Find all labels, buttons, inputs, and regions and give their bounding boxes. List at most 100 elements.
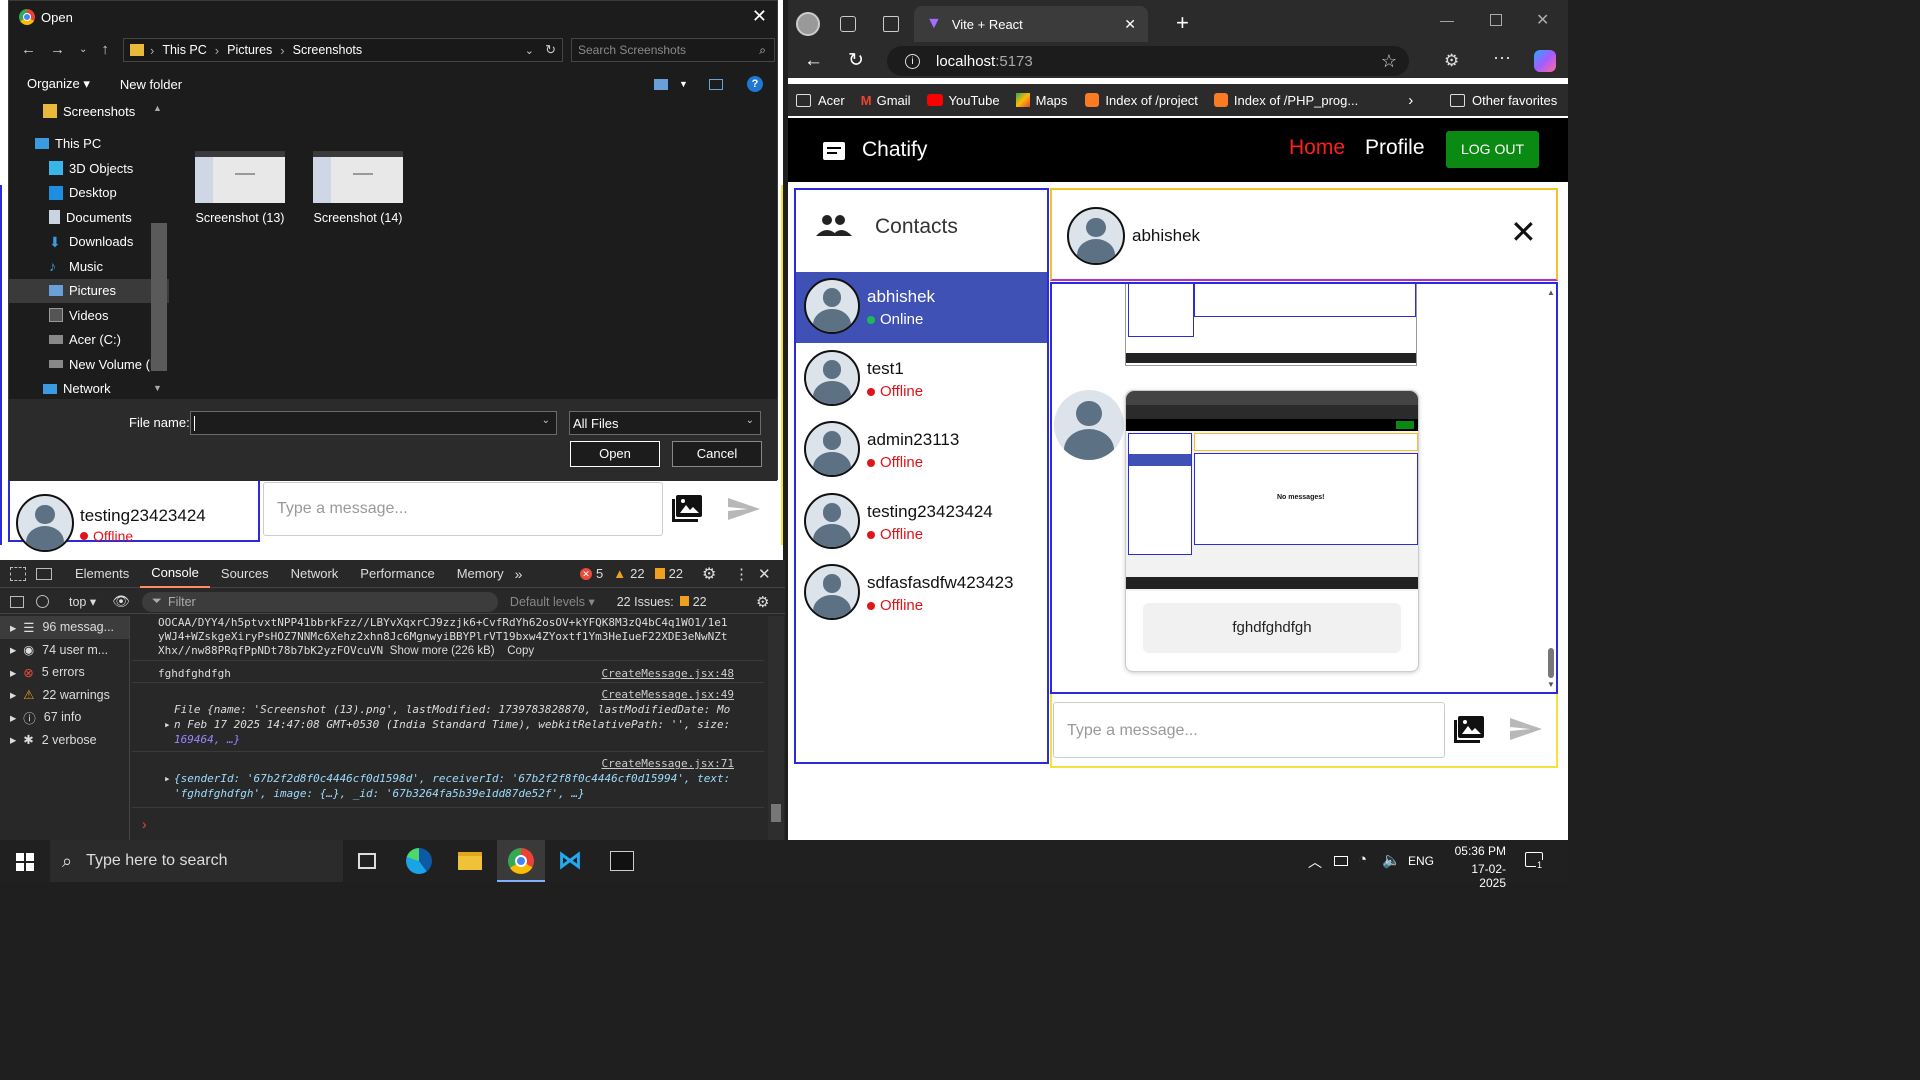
- bookmark-gmail[interactable]: M Gmail: [861, 93, 911, 108]
- kebab-menu-icon[interactable]: ⋮: [734, 565, 749, 583]
- message-input[interactable]: Type a message...: [1053, 702, 1445, 758]
- search-input[interactable]: Search Screenshots ⌕: [571, 38, 775, 62]
- logout-button[interactable]: LOG OUT: [1446, 131, 1539, 168]
- favorite-star-icon[interactable]: ☆: [1381, 51, 1397, 72]
- chevron-up-icon[interactable]: ︿: [1308, 852, 1322, 872]
- maximize-icon[interactable]: [1490, 14, 1502, 26]
- file-name-input[interactable]: ⌄: [190, 411, 557, 435]
- sidebar-warnings[interactable]: ▸ ⚠ 22 warnings: [0, 684, 129, 707]
- breadcrumb-pictures[interactable]: Pictures: [227, 43, 272, 57]
- expand-triangle-icon[interactable]: ▸: [164, 717, 171, 732]
- nav-item-acer-c[interactable]: Acer (C:): [9, 328, 169, 353]
- chevron-down-icon[interactable]: ⌄: [79, 44, 87, 55]
- brand-title[interactable]: Chatify: [862, 138, 927, 162]
- back-arrow-icon[interactable]: ←: [21, 41, 36, 58]
- device-toolbar-icon[interactable]: [36, 567, 52, 580]
- nav-item-new-volume[interactable]: New Volume (D:: [9, 352, 169, 377]
- sidebar-errors[interactable]: ▸ ⊗ 5 errors: [0, 661, 129, 684]
- tab-elements[interactable]: Elements: [64, 560, 140, 588]
- more-menu-icon[interactable]: ⋯: [1493, 48, 1511, 69]
- issues-badge[interactable]: 22: [679, 595, 707, 609]
- address-bar[interactable]: › This PC › Pictures › Screenshots ⌄ ↻: [123, 38, 563, 62]
- up-arrow-icon[interactable]: ↑: [101, 41, 109, 58]
- file-item[interactable]: Screenshot (13): [195, 151, 295, 225]
- console-scrollbar[interactable]: [768, 616, 784, 840]
- bookmark-maps[interactable]: Maps: [1015, 93, 1067, 108]
- file-type-select[interactable]: All Files ⌄: [569, 411, 761, 435]
- vscode-taskbar-icon[interactable]: ⋈: [558, 849, 582, 873]
- edge-taskbar-icon[interactable]: [406, 848, 432, 874]
- file-explorer-taskbar-icon[interactable]: [458, 852, 482, 870]
- chevron-right-icon[interactable]: ›: [1408, 92, 1413, 109]
- contact-item-sdfasfasdfw423423[interactable]: sdfasfasdfw423423 Offline: [796, 558, 1047, 629]
- contact-item-admin23113[interactable]: admin23113 Offline: [796, 415, 1047, 486]
- issues-label[interactable]: 22 Issues:: [617, 595, 674, 609]
- contact-row-testing[interactable]: testing23423424 Offline: [8, 480, 260, 552]
- open-button[interactable]: Open: [570, 441, 660, 467]
- contact-item-testing23423424[interactable]: testing23423424 Offline: [796, 487, 1047, 558]
- console-prompt[interactable]: ›: [132, 808, 764, 832]
- tab-actions-icon[interactable]: [883, 16, 899, 32]
- taskbar-search[interactable]: ⌕ Type here to search: [50, 840, 343, 882]
- new-folder-button[interactable]: New folder: [120, 77, 182, 92]
- close-icon[interactable]: ✕: [758, 565, 771, 583]
- volume-icon[interactable]: 🔈: [1382, 851, 1401, 869]
- breadcrumb-screenshots[interactable]: Screenshots: [293, 43, 362, 57]
- contact-item-test1[interactable]: test1 Offline: [796, 344, 1047, 415]
- nav-item-videos[interactable]: Videos: [9, 303, 169, 328]
- nav-item-downloads[interactable]: ⬇ Downloads: [9, 230, 169, 255]
- organize-button[interactable]: Organize ▾: [27, 76, 90, 92]
- close-tab-icon[interactable]: ✕: [1124, 16, 1136, 33]
- tab-network[interactable]: Network: [280, 560, 350, 588]
- nav-item-pictures[interactable]: Pictures: [9, 278, 169, 303]
- other-favorites[interactable]: Other favorites: [1450, 93, 1557, 108]
- image-upload-icon[interactable]: [1454, 714, 1486, 744]
- tab-sources[interactable]: Sources: [210, 560, 280, 588]
- close-window-icon[interactable]: ✕: [1536, 10, 1549, 30]
- image-upload-icon[interactable]: [672, 493, 704, 523]
- warning-count[interactable]: 22: [630, 566, 644, 581]
- chevron-down-icon[interactable]: ▼: [679, 79, 688, 89]
- source-link[interactable]: CreateMessage.jsx:48: [602, 667, 734, 680]
- filter-input[interactable]: ⏷ Filter: [141, 591, 498, 612]
- contact-item-abhishek[interactable]: abhishek Online: [796, 272, 1047, 343]
- bookmark-youtube[interactable]: YouTube: [926, 93, 1000, 108]
- view-options-icon[interactable]: [654, 78, 668, 90]
- eye-icon[interactable]: 👁: [112, 593, 130, 610]
- levels-select[interactable]: Default levels ▾: [510, 594, 595, 609]
- copilot-icon[interactable]: [1534, 50, 1556, 72]
- task-view-icon[interactable]: [358, 853, 376, 869]
- battery-icon[interactable]: [1334, 856, 1348, 866]
- windows-start-icon[interactable]: [16, 853, 34, 871]
- sidebar-verbose[interactable]: ▸ ✱ 2 verbose: [0, 729, 129, 752]
- workspaces-icon[interactable]: [840, 16, 856, 32]
- terminal-taskbar-icon[interactable]: [610, 851, 634, 871]
- clock[interactable]: 05:36 PM 17-02-2025: [1446, 844, 1506, 890]
- source-link[interactable]: CreateMessage.jsx:71: [602, 757, 734, 770]
- more-tabs-icon[interactable]: »: [515, 566, 523, 582]
- sidebar-info[interactable]: ▸ ⓘ 67 info: [0, 706, 129, 729]
- chevron-down-icon[interactable]: ⌄: [542, 415, 550, 426]
- message-image[interactable]: No messages!: [1126, 391, 1418, 591]
- file-item[interactable]: Screenshot (14): [313, 151, 413, 225]
- tab-vite-react[interactable]: ▼ Vite + React ✕: [914, 6, 1148, 42]
- expand-triangle-icon[interactable]: ▸: [164, 771, 171, 786]
- tab-performance[interactable]: Performance: [349, 560, 445, 588]
- send-icon[interactable]: [1508, 716, 1544, 742]
- send-icon[interactable]: [726, 496, 762, 522]
- sidebar-user-messages[interactable]: ▸ ◉ 74 user m...: [0, 639, 129, 662]
- copy-link[interactable]: Copy: [507, 645, 534, 657]
- bookmark-index-php[interactable]: Index of /PHP_prog...: [1213, 93, 1358, 108]
- profile-avatar[interactable]: [796, 12, 820, 36]
- notification-icon[interactable]: 1: [1525, 852, 1544, 870]
- new-tab-icon[interactable]: +: [1176, 10, 1189, 36]
- help-icon[interactable]: ?: [747, 76, 763, 92]
- inspect-icon[interactable]: [10, 566, 26, 581]
- error-count[interactable]: 5: [596, 566, 603, 581]
- preview-pane-icon[interactable]: [709, 78, 723, 90]
- source-link[interactable]: CreateMessage.jsx:49: [602, 688, 734, 701]
- message-input[interactable]: Type a message...: [263, 482, 663, 536]
- language-indicator[interactable]: ENG: [1408, 854, 1434, 868]
- minimize-icon[interactable]: —: [1440, 12, 1454, 28]
- sidebar-messages[interactable]: ▸ ☰ 96 messag...: [0, 616, 129, 639]
